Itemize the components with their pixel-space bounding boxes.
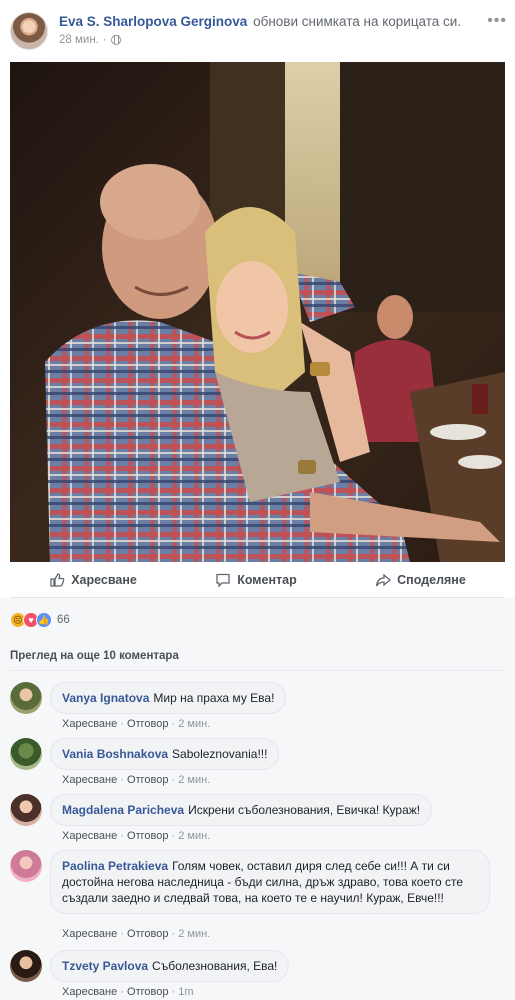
comment-like-link[interactable]: Харесване — [62, 986, 117, 998]
comment-reply-link[interactable]: Отговор — [127, 928, 168, 940]
comment-reply-link[interactable]: Отговор — [127, 986, 168, 998]
comment-bubble: Paolina Petrakieva Голям човек, оставил д… — [50, 850, 490, 914]
reaction-summary[interactable]: ☹ ♥ 👍 66 — [10, 612, 70, 628]
comment-like-link[interactable]: Харесване — [62, 718, 117, 730]
post-header: Eva S. Sharlopova Gerginova обнови снимк… — [10, 12, 509, 52]
comment-meta: Харесване · Отговор · 2 мин. — [62, 830, 211, 842]
comment-author[interactable]: Vanya Ignatova — [62, 691, 149, 705]
comment-text: Искрени съболезнования, Евичка! Кураж! — [188, 803, 421, 817]
comment: Magdalena Paricheva Искрени съболезновани… — [10, 794, 505, 844]
comment-time[interactable]: 2 мин. — [178, 830, 210, 842]
comment-text: Saboleznovania!!! — [172, 747, 268, 761]
comment-text: Съболезнования, Ева! — [152, 959, 278, 973]
post-action-bar: Харесване Коментар Споделяне — [10, 562, 505, 598]
commenter-avatar[interactable] — [10, 794, 42, 826]
comment-label: Коментар — [237, 572, 297, 587]
comment-time[interactable]: 1m — [178, 986, 193, 998]
comment-time[interactable]: 2 мин. — [178, 774, 210, 786]
commenter-avatar[interactable] — [10, 850, 42, 882]
comment-author[interactable]: Magdalena Paricheva — [62, 803, 184, 817]
feedback-section: ☹ ♥ 👍 66 Преглед на още 10 коментара Van… — [0, 598, 515, 1000]
comment-reply-link[interactable]: Отговор — [127, 774, 168, 786]
comment-meta: Харесване · Отговор · 2 мин. — [62, 774, 211, 786]
comment-reply-link[interactable]: Отговор — [127, 718, 168, 730]
share-button[interactable]: Споделяне — [375, 572, 466, 588]
commenter-avatar[interactable] — [10, 950, 42, 982]
reaction-count: 66 — [57, 614, 70, 626]
post-timestamp[interactable]: 28 мин. — [59, 34, 99, 46]
share-label: Споделяне — [397, 572, 466, 587]
comment-bubble: Vania Boshnakova Saboleznovania!!! — [50, 738, 280, 770]
author-avatar[interactable] — [10, 12, 48, 50]
author-name[interactable]: Eva S. Sharlopova Gerginova — [59, 14, 247, 29]
comment: Vania Boshnakova Saboleznovania!!! Харесв… — [10, 738, 505, 788]
comment-like-link[interactable]: Харесване — [62, 830, 117, 842]
comment-author[interactable]: Paolina Petrakieva — [62, 859, 168, 873]
like-reaction-icon: 👍 — [36, 612, 52, 628]
post-action-text: обнови снимката на корицата си. — [253, 14, 462, 29]
comment: Paolina Petrakieva Голям човек, оставил д… — [10, 850, 505, 942]
comment-bubble: Magdalena Paricheva Искрени съболезновани… — [50, 794, 433, 826]
comment-like-link[interactable]: Харесване — [62, 774, 117, 786]
ellipsis-icon[interactable]: ••• — [487, 12, 507, 30]
comment-author[interactable]: Tzvety Pavlova — [62, 959, 148, 973]
cover-photo[interactable] — [10, 62, 505, 562]
comment-time[interactable]: 2 мин. — [178, 718, 210, 730]
comment-time[interactable]: 2 мин. — [178, 928, 210, 940]
comment: Tzvety Pavlova Съболезнования, Ева! Харес… — [10, 950, 505, 1000]
divider — [10, 670, 505, 671]
comment-icon — [216, 573, 230, 588]
comment-reply-link[interactable]: Отговор — [127, 830, 168, 842]
commenter-avatar[interactable] — [10, 682, 42, 714]
like-label: Харесване — [71, 572, 137, 587]
post-meta: 28 мин. · — [59, 34, 121, 46]
author-line: Eva S. Sharlopova Gerginova обнови снимк… — [59, 14, 461, 29]
globe-icon[interactable] — [110, 35, 121, 45]
photo-illustration — [10, 62, 505, 562]
share-icon — [375, 573, 392, 586]
comment-meta: Харесване · Отговор · 2 мин. — [62, 718, 211, 730]
commenter-avatar[interactable] — [10, 738, 42, 770]
view-more-comments-link[interactable]: Преглед на още 10 коментара — [10, 650, 179, 662]
comment-bubble: Vanya Ignatova Мир на праха му Ева! — [50, 682, 287, 714]
comment: Vanya Ignatova Мир на праха му Ева! Харес… — [10, 682, 505, 732]
thumbs-up-icon — [50, 572, 65, 587]
comment-text: Мир на праха му Ева! — [153, 691, 275, 705]
comment-button[interactable]: Коментар — [215, 572, 297, 588]
comment-author[interactable]: Vania Boshnakova — [62, 747, 168, 761]
comment-meta: Харесване · Отговор · 2 мин. — [62, 928, 211, 940]
comment-bubble: Tzvety Pavlova Съболезнования, Ева! — [50, 950, 290, 982]
facebook-post: Eva S. Sharlopova Gerginova обнови снимк… — [0, 0, 515, 1000]
like-button[interactable]: Харесване — [49, 572, 137, 588]
comment-like-link[interactable]: Харесване — [62, 928, 117, 940]
comment-meta: Харесване · Отговор · 1m — [62, 986, 194, 998]
